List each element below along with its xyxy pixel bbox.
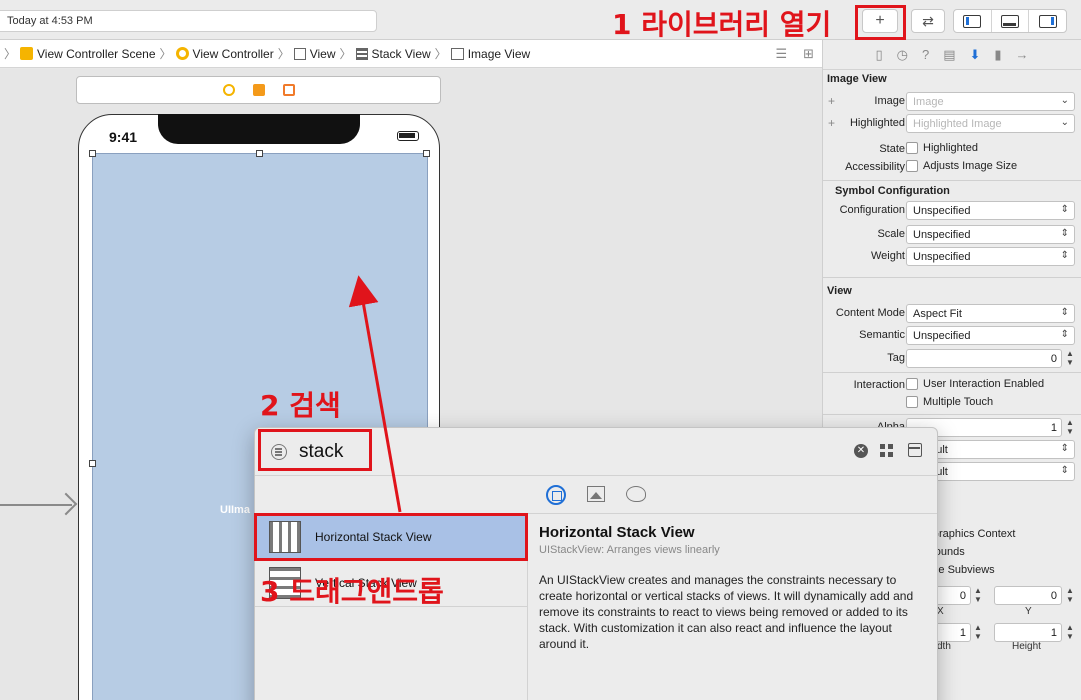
annotation-drag-arrow xyxy=(348,275,402,513)
